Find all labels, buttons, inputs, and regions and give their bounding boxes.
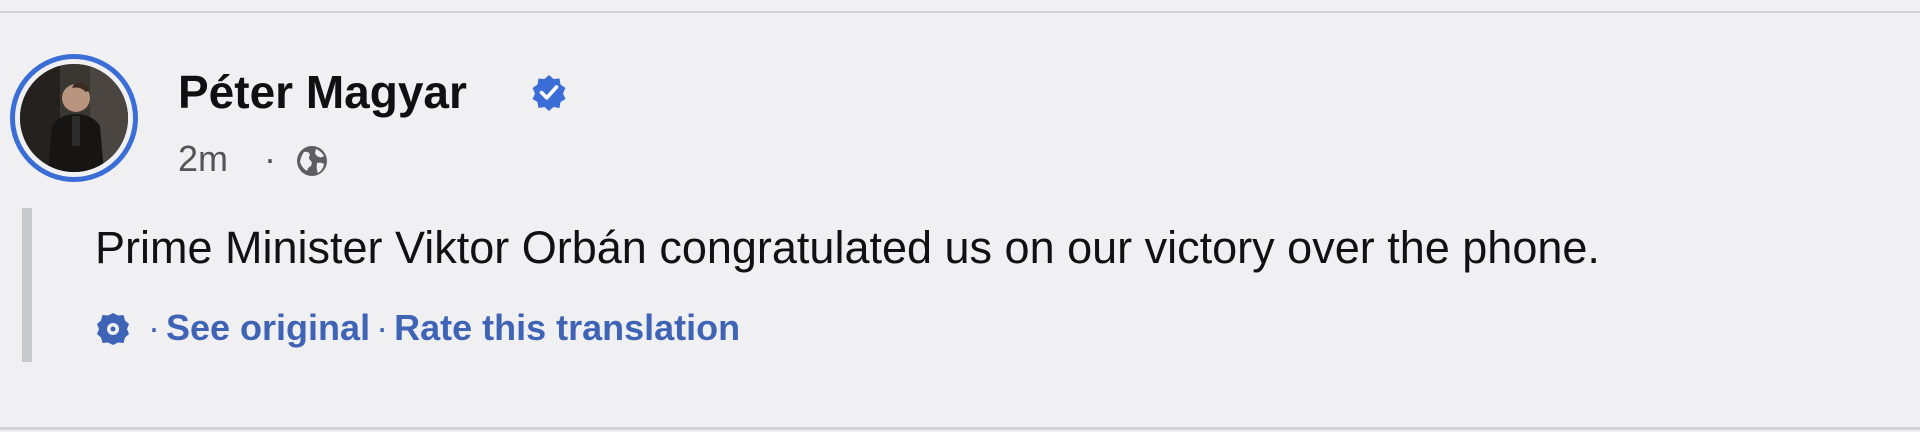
author-name[interactable]: Péter Magyar: [178, 64, 467, 120]
post-card: Péter Magyar 2m · Prime Minister Viktor …: [0, 0, 1920, 432]
gear-icon[interactable]: [95, 311, 131, 347]
bottom-divider: [0, 427, 1920, 430]
post-timestamp[interactable]: 2m: [178, 137, 228, 181]
globe-icon[interactable]: [295, 144, 329, 178]
rate-translation-link[interactable]: Rate this translation: [394, 307, 740, 348]
translation-actions: · See original · Rate this translation: [142, 306, 740, 350]
post-text: Prime Minister Viktor Orbán congratulate…: [95, 222, 1600, 273]
translation-quote-bar: [22, 208, 32, 362]
translation-separator: ·: [376, 307, 389, 348]
translation-separator: ·: [148, 307, 160, 348]
see-original-link[interactable]: See original: [166, 307, 370, 348]
top-divider: [0, 11, 1920, 13]
meta-separator: ·: [264, 138, 276, 179]
avatar[interactable]: [20, 64, 128, 172]
verified-badge-icon: [532, 75, 566, 111]
